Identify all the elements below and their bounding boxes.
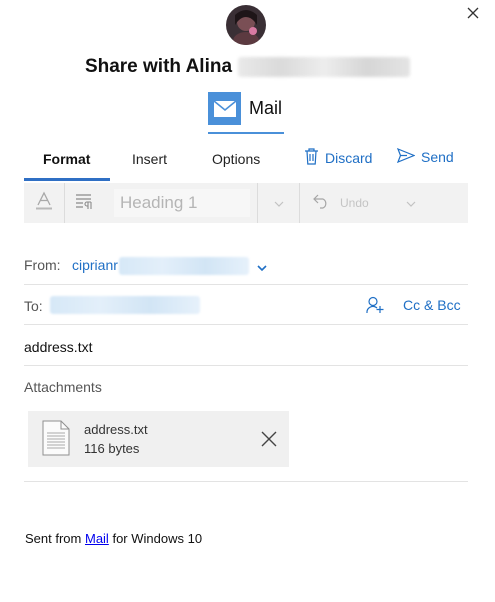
paragraph-icon	[75, 193, 95, 214]
undo-button[interactable]: Undo	[312, 183, 382, 223]
active-tab-indicator	[24, 178, 110, 181]
share-title: Share with Alina	[0, 56, 495, 78]
signature-suffix: for Windows 10	[112, 531, 203, 546]
close-icon	[467, 6, 479, 24]
from-row: From: ciprianr	[24, 245, 468, 285]
send-label: Send	[421, 149, 454, 165]
tab-insert[interactable]: Insert	[132, 151, 167, 167]
toolbar-divider	[299, 183, 300, 223]
subject-field[interactable]: address.txt	[24, 339, 92, 355]
redacted-email	[119, 257, 249, 275]
undo-icon	[312, 193, 330, 214]
message-body[interactable]: Sent from Mail for Windows 10	[25, 531, 202, 546]
trash-icon	[304, 148, 319, 168]
signature-prefix: Sent from	[25, 531, 82, 546]
attachment-item[interactable]: address.txt 116 bytes	[28, 411, 289, 467]
font-color-button[interactable]	[24, 183, 64, 223]
share-title-text: Share with Alina	[84, 56, 233, 77]
chevron-down-icon	[257, 259, 267, 276]
attachments-label: Attachments	[24, 379, 102, 395]
body-divider	[24, 481, 468, 482]
undo-label: Undo	[340, 196, 369, 210]
more-options-toggle[interactable]	[396, 183, 426, 223]
tab-format[interactable]: Format	[43, 151, 90, 167]
chevron-down-icon	[274, 194, 284, 212]
attachment-name: address.txt	[84, 422, 148, 437]
mail-link[interactable]: Mail	[85, 531, 109, 546]
close-icon	[261, 431, 277, 451]
to-row: To: Cc & Bcc	[24, 285, 468, 325]
ribbon-tabs: Format Insert Options Discard Send	[24, 147, 468, 181]
send-button[interactable]: Send	[396, 147, 454, 166]
redacted-name	[238, 56, 411, 77]
add-person-icon	[366, 296, 384, 318]
close-button[interactable]	[463, 5, 483, 25]
toolbar-divider	[257, 183, 258, 223]
tab-options[interactable]: Options	[212, 151, 260, 167]
redacted-recipient[interactable]	[50, 296, 200, 314]
chevron-down-icon	[406, 194, 416, 212]
subject-row: address.txt	[24, 326, 468, 366]
from-label: From:	[24, 257, 61, 273]
discard-label: Discard	[325, 150, 373, 166]
remove-attachment-button[interactable]	[261, 431, 277, 452]
font-color-icon	[35, 191, 53, 216]
discard-button[interactable]: Discard	[304, 148, 372, 168]
file-icon	[42, 420, 70, 461]
cc-bcc-button[interactable]: Cc & Bcc	[403, 297, 461, 313]
paragraph-format-button[interactable]	[65, 183, 105, 223]
attachment-size: 116 bytes	[84, 441, 140, 456]
send-icon	[396, 147, 416, 166]
app-selector-mail[interactable]: Mail	[208, 92, 284, 134]
format-toolbar: Heading 1 Undo	[24, 183, 468, 223]
mail-app-icon	[208, 92, 241, 125]
style-dropdown[interactable]: Heading 1	[114, 189, 250, 217]
from-dropdown-button[interactable]	[257, 259, 267, 277]
app-selected-indicator	[208, 132, 284, 134]
from-account[interactable]: ciprianr	[72, 257, 118, 273]
style-dropdown-toggle[interactable]	[264, 183, 294, 223]
app-label: Mail	[249, 98, 283, 118]
avatar	[226, 5, 266, 45]
to-label: To:	[24, 298, 43, 314]
add-contact-button[interactable]	[366, 296, 384, 319]
